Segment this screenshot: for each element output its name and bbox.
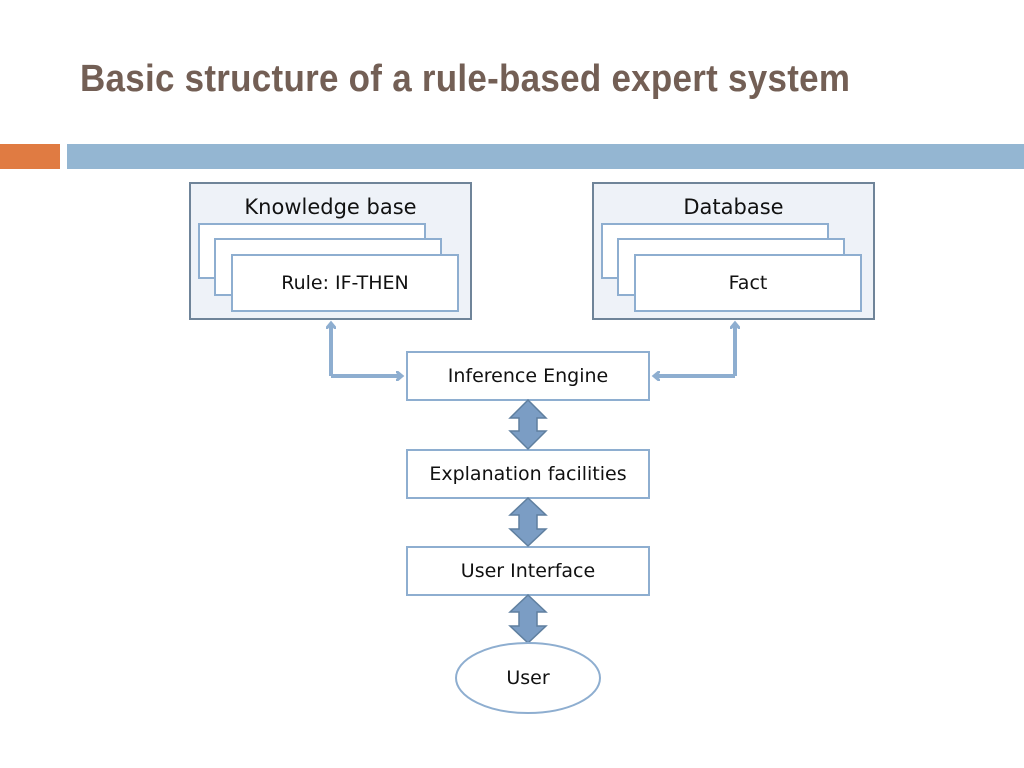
double-arrow-interface-user xyxy=(508,593,548,645)
kb-engine-connector xyxy=(331,323,402,376)
db-engine-connector xyxy=(654,323,735,376)
database-label: Database xyxy=(683,195,784,219)
user-label: User xyxy=(506,667,550,689)
knowledge-base-label: Knowledge base xyxy=(244,195,417,219)
inference-engine-label: Inference Engine xyxy=(447,365,609,387)
double-arrow-explanation-interface xyxy=(508,496,548,548)
fact-label: Fact xyxy=(728,272,768,294)
user-interface-label: User Interface xyxy=(460,560,596,582)
double-arrow-engine-explanation xyxy=(508,398,548,451)
explanation-facilities-label: Explanation facilities xyxy=(429,463,627,485)
rule-label: Rule: IF-THEN xyxy=(281,272,409,294)
